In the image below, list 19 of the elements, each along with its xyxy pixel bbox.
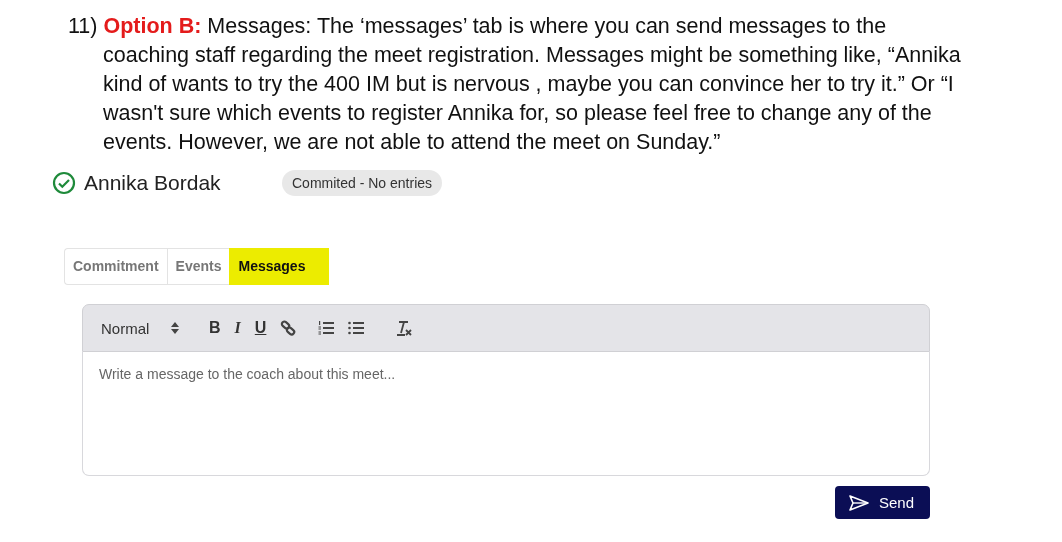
format-dropdown[interactable]: Normal xyxy=(101,319,171,337)
check-circle-icon xyxy=(52,171,76,195)
status-badge: Commited - No entries xyxy=(282,170,443,196)
bold-button[interactable]: B xyxy=(209,319,221,337)
send-button[interactable]: Send xyxy=(834,486,930,519)
tab[interactable]: Messages xyxy=(229,248,330,285)
send-icon xyxy=(848,494,869,511)
bullet-list-icon[interactable] xyxy=(348,321,365,335)
underline-button[interactable]: U xyxy=(254,319,267,337)
numbered-list-icon[interactable] xyxy=(318,321,335,335)
instruction-paragraph: 11) Option B: Messages: The ‘messages’ tab is where you can send messages to the coaching staff regarding the meet registration. Messages might be something like, “Annika kind of wants to try the 400 IM but is nervous , maybe you can convince her to try it.” Or “I wasn't sure which events to register Annika for, so please feel free to change any of the events. However, we are not able to attend the meet on Sunday.” xyxy=(67,13,962,156)
link-icon[interactable] xyxy=(280,320,297,336)
tab[interactable]: Commitment xyxy=(64,248,167,285)
up-down-arrows-icon[interactable] xyxy=(171,322,179,334)
message-input[interactable]: Write a message to the coach about this meet... xyxy=(82,352,930,476)
swimmer-name: Annika Bordak xyxy=(84,171,222,195)
italic-button[interactable]: I xyxy=(234,319,241,337)
clear-format-icon[interactable] xyxy=(396,320,413,336)
tab[interactable]: Events xyxy=(166,248,230,285)
